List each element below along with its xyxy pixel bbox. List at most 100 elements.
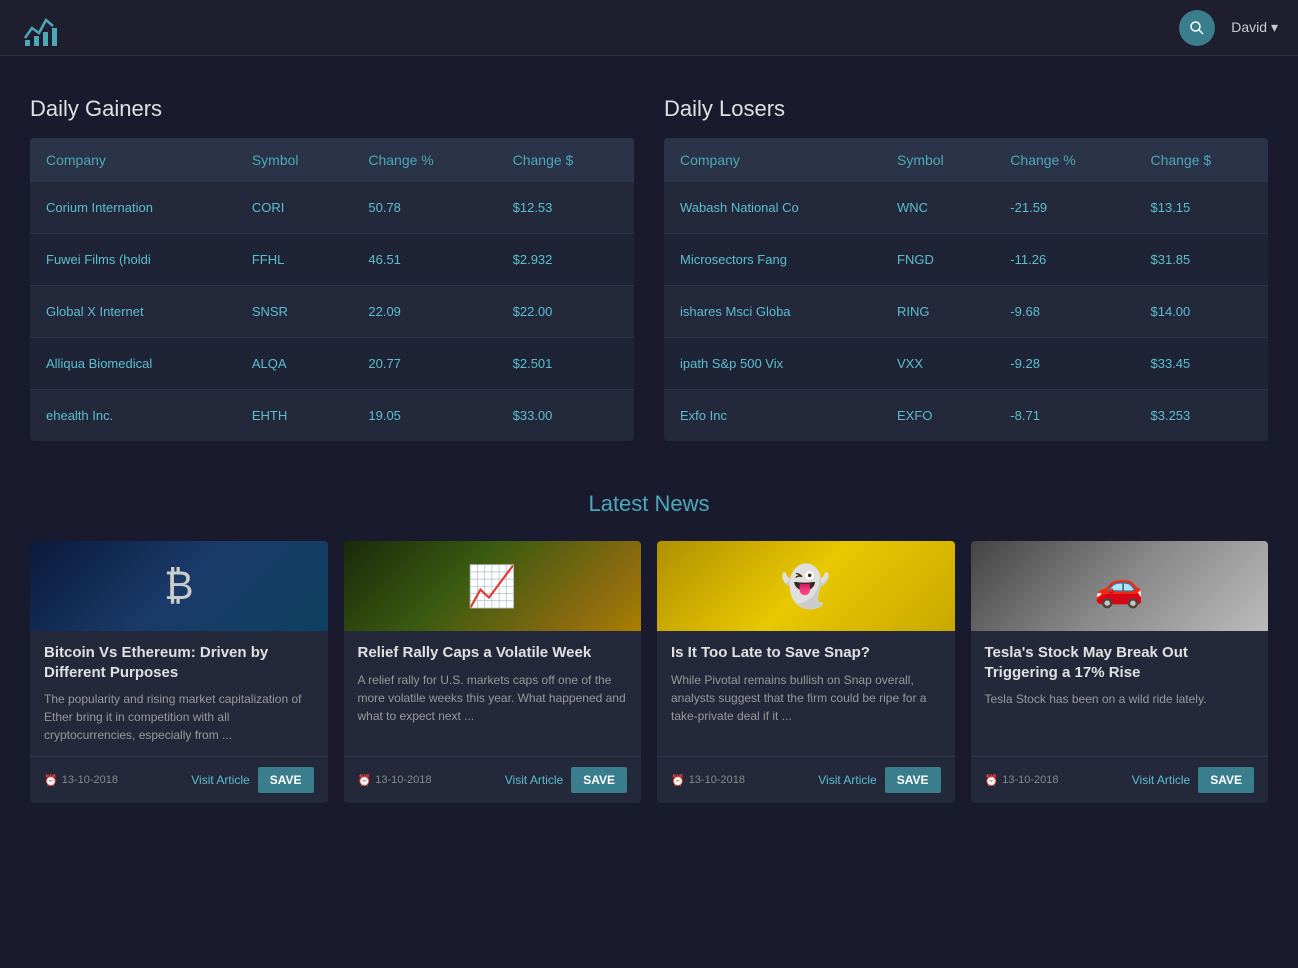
gainers-col-company: Company (30, 138, 236, 182)
cell-symbol: FNGD (881, 234, 994, 286)
cell-company: Microsectors Fang (664, 234, 881, 286)
news-grid: ₿ Bitcoin Vs Ethereum: Driven by Differe… (30, 541, 1268, 803)
cell-symbol: WNC (881, 182, 994, 234)
table-row: Alliqua Biomedical ALQA 20.77 $2.501 (30, 338, 634, 390)
losers-col-changedollar: Change $ (1135, 138, 1269, 182)
save-button[interactable]: SAVE (1198, 767, 1254, 793)
news-body: Tesla's Stock May Break Out Triggering a… (971, 631, 1269, 756)
cell-company: Alliqua Biomedical (30, 338, 236, 390)
search-button[interactable] (1179, 10, 1215, 46)
news-card: 👻 Is It Too Late to Save Snap? While Piv… (657, 541, 955, 803)
table-row: Wabash National Co WNC -21.59 $13.15 (664, 182, 1268, 234)
losers-col-symbol: Symbol (881, 138, 994, 182)
news-headline: Tesla's Stock May Break Out Triggering a… (985, 643, 1255, 682)
news-footer: ⏰ 13-10-2018 Visit Article SAVE (657, 756, 955, 803)
cell-symbol: EXFO (881, 390, 994, 442)
table-row: ishares Msci Globa RING -9.68 $14.00 (664, 286, 1268, 338)
visit-article-link[interactable]: Visit Article (191, 773, 249, 787)
cell-company: ishares Msci Globa (664, 286, 881, 338)
cell-changedollar: $33.45 (1135, 338, 1269, 390)
cell-company: Corium Internation (30, 182, 236, 234)
news-snippet: While Pivotal remains bullish on Snap ov… (671, 671, 941, 745)
cell-changedollar: $2.932 (497, 234, 634, 286)
cell-symbol: SNSR (236, 286, 353, 338)
daily-losers-title: Daily Losers (664, 96, 1268, 122)
logo-icon (20, 8, 60, 48)
visit-article-link[interactable]: Visit Article (1132, 773, 1190, 787)
news-snippet: A relief rally for U.S. markets caps off… (358, 671, 628, 745)
daily-losers-section: Daily Losers Company Symbol Change % Cha… (664, 96, 1268, 441)
cell-symbol: EHTH (236, 390, 353, 442)
losers-header-row: Company Symbol Change % Change $ (664, 138, 1268, 182)
news-footer: ⏰ 13-10-2018 Visit Article SAVE (344, 756, 642, 803)
news-image: ₿ (30, 541, 328, 631)
cell-company: Fuwei Films (holdi (30, 234, 236, 286)
cell-changepct: -9.68 (994, 286, 1134, 338)
cell-symbol: VXX (881, 338, 994, 390)
clock-icon: ⏰ (44, 774, 58, 787)
news-snippet: Tesla Stock has been on a wild ride late… (985, 690, 1255, 744)
news-body: Relief Rally Caps a Volatile Week A reli… (344, 631, 642, 756)
cell-changepct: -11.26 (994, 234, 1134, 286)
news-image: 🚗 (971, 541, 1269, 631)
header-left (20, 8, 60, 48)
news-headline: Is It Too Late to Save Snap? (671, 643, 941, 663)
news-date: ⏰ 13-10-2018 (985, 774, 1124, 787)
news-snippet: The popularity and rising market capital… (44, 690, 314, 744)
main-content: Daily Gainers Company Symbol Change % Ch… (0, 56, 1298, 833)
cell-symbol: FFHL (236, 234, 353, 286)
cell-changepct: 46.51 (352, 234, 496, 286)
news-body: Bitcoin Vs Ethereum: Driven by Different… (30, 631, 328, 756)
cell-changepct: 20.77 (352, 338, 496, 390)
news-headline: Relief Rally Caps a Volatile Week (358, 643, 628, 663)
cell-changedollar: $3.253 (1135, 390, 1269, 442)
cell-changepct: 22.09 (352, 286, 496, 338)
table-row: ehealth Inc. EHTH 19.05 $33.00 (30, 390, 634, 442)
cell-company: Exfo Inc (664, 390, 881, 442)
news-footer: ⏰ 13-10-2018 Visit Article SAVE (971, 756, 1269, 803)
table-row: Corium Internation CORI 50.78 $12.53 (30, 182, 634, 234)
save-button[interactable]: SAVE (258, 767, 314, 793)
cell-company: Wabash National Co (664, 182, 881, 234)
header: David ▾ (0, 0, 1298, 56)
gainers-header-row: Company Symbol Change % Change $ (30, 138, 634, 182)
news-title: Latest News (30, 491, 1268, 517)
cell-changedollar: $14.00 (1135, 286, 1269, 338)
gainers-col-changedollar: Change $ (497, 138, 634, 182)
daily-gainers-table: Company Symbol Change % Change $ Corium … (30, 138, 634, 441)
losers-col-changepct: Change % (994, 138, 1134, 182)
table-row: Microsectors Fang FNGD -11.26 $31.85 (664, 234, 1268, 286)
header-right: David ▾ (1179, 10, 1278, 46)
cell-company: ehealth Inc. (30, 390, 236, 442)
news-date: ⏰ 13-10-2018 (44, 774, 183, 787)
user-menu[interactable]: David ▾ (1231, 19, 1278, 36)
cell-company: ipath S&p 500 Vix (664, 338, 881, 390)
news-section: Latest News ₿ Bitcoin Vs Ethereum: Drive… (30, 491, 1268, 803)
visit-article-link[interactable]: Visit Article (818, 773, 876, 787)
cell-symbol: RING (881, 286, 994, 338)
cell-changedollar: $33.00 (497, 390, 634, 442)
clock-icon: ⏰ (358, 774, 372, 787)
news-footer: ⏰ 13-10-2018 Visit Article SAVE (30, 756, 328, 803)
table-row: Global X Internet SNSR 22.09 $22.00 (30, 286, 634, 338)
save-button[interactable]: SAVE (885, 767, 941, 793)
cell-changepct: -8.71 (994, 390, 1134, 442)
clock-icon: ⏰ (985, 774, 999, 787)
cell-changedollar: $2.501 (497, 338, 634, 390)
cell-changepct: 19.05 (352, 390, 496, 442)
daily-gainers-section: Daily Gainers Company Symbol Change % Ch… (30, 96, 634, 441)
daily-gainers-title: Daily Gainers (30, 96, 634, 122)
visit-article-link[interactable]: Visit Article (505, 773, 563, 787)
cell-changedollar: $12.53 (497, 182, 634, 234)
table-row: Fuwei Films (holdi FFHL 46.51 $2.932 (30, 234, 634, 286)
cell-changepct: 50.78 (352, 182, 496, 234)
news-date: ⏰ 13-10-2018 (358, 774, 497, 787)
gainers-col-changepct: Change % (352, 138, 496, 182)
table-row: Exfo Inc EXFO -8.71 $3.253 (664, 390, 1268, 442)
save-button[interactable]: SAVE (571, 767, 627, 793)
news-image: 👻 (657, 541, 955, 631)
news-card: 🚗 Tesla's Stock May Break Out Triggering… (971, 541, 1269, 803)
news-headline: Bitcoin Vs Ethereum: Driven by Different… (44, 643, 314, 682)
cell-symbol: CORI (236, 182, 353, 234)
cell-symbol: ALQA (236, 338, 353, 390)
